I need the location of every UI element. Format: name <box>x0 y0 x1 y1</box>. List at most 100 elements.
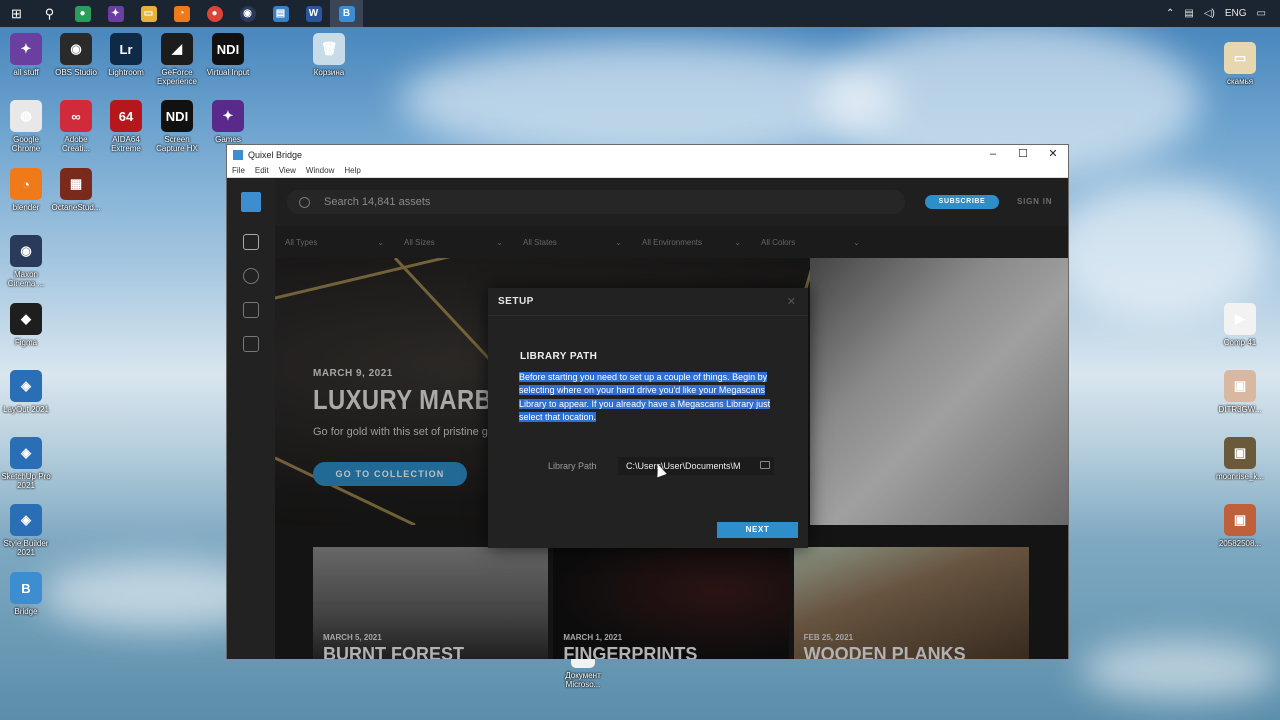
desktop-icon[interactable]: ▣ 20582508... <box>1214 504 1266 548</box>
desktop-icon[interactable]: ◈ LayOut 2021 <box>0 370 52 414</box>
next-button[interactable]: NEXT <box>717 522 798 538</box>
desktop-icon-label: Adobe Creati... <box>61 135 90 153</box>
filter-label: All Colors <box>761 237 796 247</box>
sign-in-link[interactable]: SIGN IN <box>1017 197 1052 206</box>
desktop-icon-label: blender <box>12 203 40 212</box>
desktop-icon[interactable]: 64 AIDA64 Extreme <box>100 100 152 153</box>
menu-window[interactable]: Window <box>306 166 334 175</box>
menu-edit[interactable]: Edit <box>255 166 269 175</box>
desktop-icon-label: Games <box>215 135 241 144</box>
chrome-icon[interactable]: ● <box>198 0 231 27</box>
library-path-label: Library Path <box>548 461 597 471</box>
folder-icon[interactable] <box>760 461 770 469</box>
close-icon[interactable]: ✕ <box>1038 145 1068 164</box>
desktop-icon[interactable]: ▭ скамья <box>1214 42 1266 86</box>
desktop-app-icon: NDI <box>161 100 193 132</box>
bridge-icon[interactable]: B <box>330 0 363 27</box>
desktop-app-icon: ▶ <box>1224 303 1256 335</box>
desktop-icon[interactable]: ◍ Google Chrome <box>0 100 52 153</box>
desktop-icon[interactable]: B Bridge <box>0 572 52 616</box>
home-icon[interactable] <box>243 234 259 250</box>
file-explorer-icon[interactable]: ▭ <box>132 0 165 27</box>
maximize-icon[interactable]: ☐ <box>1008 145 1038 164</box>
desktop-icon[interactable]: ◈ SketchUp Pro 2021 <box>0 437 52 490</box>
desktop-icon[interactable]: ◆ Figma <box>0 303 52 347</box>
desktop-icon[interactable]: ▣ DITR3GW... <box>1214 370 1266 414</box>
desktop-icon[interactable]: ✦ all stuff <box>0 33 52 77</box>
desktop-icon[interactable]: ◈ Style Builder 2021 <box>0 504 52 557</box>
desktop-icon[interactable]: ◢ GeForce Experience <box>151 33 203 86</box>
search-input[interactable]: Search 14,841 assets <box>287 190 905 214</box>
desktop-icon-label: Bridge <box>14 607 38 616</box>
desktop-app-icon: Lr <box>110 33 142 65</box>
cinema4d-icon[interactable]: ◉ <box>231 0 264 27</box>
network-icon[interactable]: ▤ <box>1184 8 1193 19</box>
chevron-down-icon: ⌄ <box>377 237 384 247</box>
purple-app-icon[interactable]: ✦ <box>99 0 132 27</box>
desktop-icon-label: AIDA64 Extreme <box>111 135 141 153</box>
filter-types[interactable]: All Types ⌄ <box>285 226 404 258</box>
taskbar: ⊞ ⚲ ● ✦ ▭ ◔ ● ◉ ▤ W B ⌃ ▤ ◁) ENG ▭ <box>0 0 1280 27</box>
subscribe-button[interactable]: SUBSCRIBE <box>925 195 999 209</box>
close-icon[interactable]: ✕ <box>787 295 796 308</box>
desktop-icon-label: moonrise_k... <box>1215 472 1265 481</box>
menu-file[interactable]: File <box>232 166 245 175</box>
desktop-icon[interactable]: ✦ Games <box>202 100 254 144</box>
desktop-app-icon: 64 <box>110 100 142 132</box>
windows-start-icon[interactable]: ⊞ <box>0 0 33 27</box>
desktop-app-icon: ◢ <box>161 33 193 65</box>
system-tray: ⌃ ▤ ◁) ENG ▭ <box>1166 0 1280 27</box>
volume-icon[interactable]: ◁) <box>1204 8 1215 19</box>
desktop-icon-label: DITR3GW... <box>1218 405 1262 414</box>
desktop-icon[interactable]: ◔ blender <box>0 168 52 212</box>
notifications-icon[interactable]: ▭ <box>1257 8 1266 19</box>
desktop-icon[interactable]: ◉ Maxon Cinema ... <box>0 235 52 288</box>
chrome-app-icon[interactable]: ● <box>66 0 99 27</box>
library-path-value: C:\Users\User\Documents\M <box>626 461 741 471</box>
desktop-icon[interactable]: 🗑 Корзина <box>303 33 355 77</box>
desktop-app-icon: ◔ <box>10 168 42 200</box>
filter-colors[interactable]: All Colors ⌄ <box>761 226 880 258</box>
setup-description: Before starting you need to set up a cou… <box>519 371 779 425</box>
chevron-down-icon: ⌄ <box>615 237 622 247</box>
menu-view[interactable]: View <box>279 166 296 175</box>
menu-help[interactable]: Help <box>344 166 360 175</box>
dialog-title: SETUP <box>488 288 808 316</box>
minimize-icon[interactable]: – <box>978 145 1008 164</box>
gift-icon[interactable] <box>243 302 259 318</box>
search-icon[interactable]: ⚲ <box>33 0 66 27</box>
filter-sizes[interactable]: All Sizes ⌄ <box>404 226 523 258</box>
desktop-icon-label: Figma <box>14 338 38 347</box>
filter-environments[interactable]: All Environments ⌄ <box>642 226 761 258</box>
chevron-down-icon: ⌄ <box>734 237 741 247</box>
bridge-logo-icon[interactable] <box>241 192 261 212</box>
chevron-up-icon[interactable]: ⌃ <box>1166 8 1174 19</box>
desktop-icon[interactable]: NDI Screen Capture HX <box>151 100 203 153</box>
desktop-icon-label: all stuff <box>13 68 39 77</box>
desktop-icon[interactable]: ◉ OBS Studio <box>50 33 102 77</box>
desktop-icon[interactable]: ▶ Comp 41 <box>1214 303 1266 347</box>
library-path-input[interactable]: C:\Users\User\Documents\M <box>618 457 774 475</box>
monitor-icon[interactable] <box>243 336 259 352</box>
desktop-icon[interactable]: Lr Lightroom <box>100 33 152 77</box>
desktop-icon[interactable]: ∞ Adobe Creati... <box>50 100 102 153</box>
desktop-app-icon: ▣ <box>1224 437 1256 469</box>
media-icon[interactable]: ▤ <box>264 0 297 27</box>
desktop-app-icon: ◉ <box>10 235 42 267</box>
desktop-app-icon: ▣ <box>1224 370 1256 402</box>
blender-app-icon[interactable]: ◔ <box>165 0 198 27</box>
desktop-icon[interactable]: NDI Virtual Input <box>202 33 254 77</box>
desktop-icon[interactable]: ▣ moonrise_k... <box>1214 437 1266 481</box>
language-indicator[interactable]: ENG <box>1225 8 1247 19</box>
filter-states[interactable]: All States ⌄ <box>523 226 642 258</box>
word-icon[interactable]: W <box>297 0 330 27</box>
bridge-app-icon <box>233 149 243 160</box>
desktop-app-icon: ∞ <box>60 100 92 132</box>
desktop-icon-label: Comp 41 <box>1223 338 1257 347</box>
globe-icon[interactable] <box>243 268 259 284</box>
desktop-icon[interactable]: ▦ OctaneStud... <box>50 168 102 212</box>
filter-label: All Environments <box>642 237 703 247</box>
search-placeholder: Search 14,841 assets <box>324 196 431 208</box>
desktop-app-icon: ▭ <box>1224 42 1256 74</box>
library-path-heading: LIBRARY PATH <box>520 351 598 362</box>
